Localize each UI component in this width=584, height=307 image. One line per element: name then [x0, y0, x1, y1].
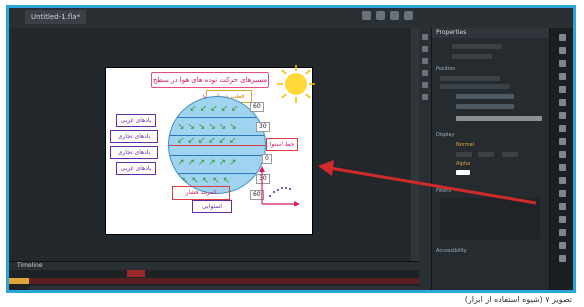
pencil-tool-icon[interactable]	[558, 138, 566, 145]
instance-name-field[interactable]	[452, 44, 502, 49]
latitude-line	[169, 173, 265, 174]
filters-list[interactable]	[440, 198, 540, 240]
y-field[interactable]	[478, 152, 494, 157]
render-dropdown[interactable]	[456, 104, 514, 109]
alpha-value: Alpha	[456, 161, 471, 167]
playhead[interactable]	[127, 270, 145, 277]
x-field[interactable]	[456, 152, 472, 157]
prop-row[interactable]	[440, 84, 510, 89]
wind-arrow-icon: ↖ ↖ ↖ ↖ ↖	[181, 176, 231, 186]
panel-tab-bar: Properties	[432, 28, 550, 38]
vertical-scrollbar[interactable]	[411, 28, 419, 261]
stroke-color-icon[interactable]	[558, 242, 566, 249]
blend-dropdown[interactable]	[456, 94, 514, 99]
label-westerlies-south: بادهای غربی	[116, 162, 156, 175]
layer-row[interactable]	[29, 286, 419, 290]
label-trade-winds-north: بادهای تجاری	[110, 130, 158, 143]
lasso-tool-icon[interactable]	[558, 73, 566, 80]
label-equator: خط استوا	[266, 138, 298, 151]
center-stage-icon[interactable]	[404, 11, 413, 20]
pen-tool-icon[interactable]	[558, 86, 566, 93]
wind-arrow-icon: ↘ ↘ ↘ ↘ ↘ ↘	[177, 122, 237, 132]
timeline-header: Timeline	[9, 262, 419, 270]
layer-row-selected[interactable]	[29, 278, 419, 284]
sun-icon	[277, 65, 315, 103]
layer-name[interactable]	[9, 278, 29, 284]
info-icon[interactable]	[422, 94, 428, 100]
section-filters[interactable]: Filters	[436, 188, 451, 195]
zoom-tool-icon[interactable]	[558, 229, 566, 236]
prop-row[interactable]	[440, 76, 500, 81]
stage-canvas[interactable]: مسیرهای حرکت توده های هوا در سطح زمین قط…	[105, 65, 315, 235]
edit-scene-icon[interactable]	[362, 11, 371, 20]
brush-tool-icon[interactable]	[558, 151, 566, 158]
section-display[interactable]: Display	[436, 132, 454, 139]
color-bar[interactable]	[456, 116, 542, 121]
section-accessibility[interactable]: Accessibility	[436, 248, 467, 255]
w-field[interactable]	[502, 152, 518, 157]
free-transform-tool-icon[interactable]	[558, 60, 566, 67]
wind-arrow-icon: ↗ ↗ ↗ ↗ ↗ ↗	[177, 158, 237, 168]
zoom-icon[interactable]	[390, 11, 399, 20]
timeline-label[interactable]: Timeline	[17, 261, 43, 271]
timeline-panel: Timeline	[9, 261, 419, 290]
wind-arrow-icon: ↙ ↙ ↙ ↙ ↙ ↙	[179, 104, 239, 114]
latitude-label: 0	[262, 154, 272, 164]
eyedropper-tool-icon[interactable]	[558, 190, 566, 197]
latitude-label: 30	[256, 122, 270, 132]
section-position[interactable]: Position	[436, 66, 455, 73]
properties-panel: Properties Position Display Normal Alpha…	[431, 28, 550, 290]
document-tab-bar: Untitled-1.fla*	[9, 8, 573, 29]
latitude-line	[169, 117, 265, 118]
pressure-belt-label: کمربند فشار	[172, 186, 230, 200]
color-icon[interactable]	[422, 46, 428, 52]
label-trade-winds-south: بادهای تجاری	[110, 146, 158, 159]
blend-value: Normal	[456, 142, 475, 148]
subselection-tool-icon[interactable]	[558, 47, 566, 54]
stage-toolbar	[362, 11, 413, 20]
bone-tool-icon[interactable]	[558, 164, 566, 171]
latitude-line	[169, 155, 265, 156]
rectangle-tool-icon[interactable]	[558, 125, 566, 132]
axes-diagram	[259, 166, 300, 206]
paint-bucket-tool-icon[interactable]	[558, 177, 566, 184]
screenshot-frame: Untitled-1.fla* مسیرهای حرکت توده های هو…	[6, 5, 576, 293]
color-swatch[interactable]	[456, 170, 470, 175]
selection-tool-icon[interactable]	[558, 34, 566, 41]
edit-symbol-icon[interactable]	[376, 11, 385, 20]
label-westerlies-north: بادهای غربی	[116, 114, 156, 127]
latitude-label: 60	[250, 102, 264, 112]
stage-pasteboard: مسیرهای حرکت توده های هوا در سطح زمین قط…	[9, 28, 411, 261]
swatches-icon[interactable]	[422, 34, 428, 40]
fill-color-icon[interactable]	[558, 255, 566, 262]
line-tool-icon[interactable]	[558, 112, 566, 119]
document-tab[interactable]: Untitled-1.fla*	[25, 10, 87, 24]
eraser-tool-icon[interactable]	[558, 203, 566, 210]
align-icon[interactable]	[422, 70, 428, 76]
transform-icon[interactable]	[422, 82, 428, 88]
library-icon[interactable]	[422, 58, 428, 64]
label-tropical: استوایی	[192, 200, 232, 213]
wind-arrow-icon: ↙ ↙ ↙ ↙ ↙ ↙	[177, 136, 237, 146]
tab-properties[interactable]: Properties	[436, 28, 466, 38]
text-tool-icon[interactable]	[558, 99, 566, 106]
symbol-type-field[interactable]	[452, 54, 492, 59]
figure-caption: تصویر ۷ (شیوه استفاده از ابزار)	[464, 295, 572, 304]
hand-tool-icon[interactable]	[558, 216, 566, 223]
panel-icon-strip	[419, 28, 431, 290]
slide-title: مسیرهای حرکت توده های هوا در سطح زمین	[151, 72, 269, 98]
tools-panel	[549, 28, 573, 290]
